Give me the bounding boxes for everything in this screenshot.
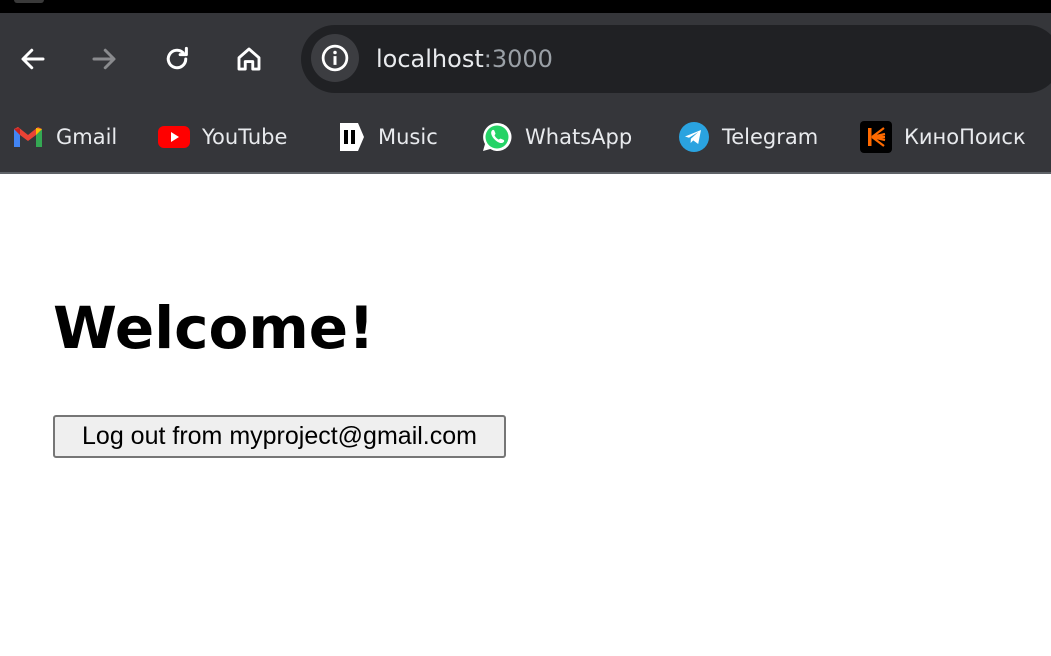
telegram-icon — [678, 121, 710, 153]
bookmark-label: Music — [378, 125, 438, 149]
bookmark-youtube[interactable]: YouTube — [158, 120, 287, 154]
bookmark-label: КиноПоиск — [904, 125, 1026, 149]
tab-stub[interactable] — [14, 0, 44, 3]
url-port: :3000 — [483, 45, 553, 73]
bookmark-gmail[interactable]: Gmail — [12, 120, 117, 154]
bookmark-whatsapp[interactable]: WhatsApp — [481, 120, 632, 154]
back-button[interactable] — [15, 41, 51, 77]
home-icon — [237, 47, 261, 71]
url-host: localhost — [376, 45, 484, 73]
arrow-left-icon — [21, 48, 45, 70]
bookmark-music[interactable]: Music — [334, 120, 438, 154]
bookmark-label: YouTube — [202, 125, 288, 149]
bookmark-label: Gmail — [56, 125, 118, 149]
bookmark-kinopoisk[interactable]: КиноПоиск — [860, 120, 1026, 154]
kinopoisk-icon — [860, 121, 892, 153]
url-text: localhost:3000 — [376, 43, 553, 75]
forward-button[interactable] — [86, 41, 122, 77]
reload-icon — [166, 46, 188, 70]
youtube-icon — [158, 121, 190, 153]
logout-button[interactable]: Log out from myproject@gmail.com — [53, 415, 506, 458]
reload-button[interactable] — [159, 41, 195, 77]
page-heading: Welcome! — [53, 294, 375, 362]
window-top-strip — [0, 0, 1051, 13]
home-button[interactable] — [231, 41, 267, 77]
gmail-icon — [12, 121, 44, 153]
address-bar[interactable]: localhost:3000 — [301, 25, 1051, 93]
browser-toolbar: localhost:3000 — [0, 13, 1051, 106]
info-icon — [321, 44, 349, 72]
whatsapp-icon — [481, 121, 513, 153]
bookmark-label: WhatsApp — [525, 125, 633, 149]
site-info-button[interactable] — [311, 34, 359, 82]
arrow-right-icon — [92, 48, 116, 70]
page-content: Welcome! Log out from myproject@gmail.co… — [0, 174, 1051, 656]
bookmarks-bar: Gmail YouTube Music WhatsApp Telegram Ки… — [0, 106, 1051, 174]
bookmark-telegram[interactable]: Telegram — [678, 120, 818, 154]
music-icon — [334, 121, 366, 153]
bookmark-label: Telegram — [722, 125, 819, 149]
